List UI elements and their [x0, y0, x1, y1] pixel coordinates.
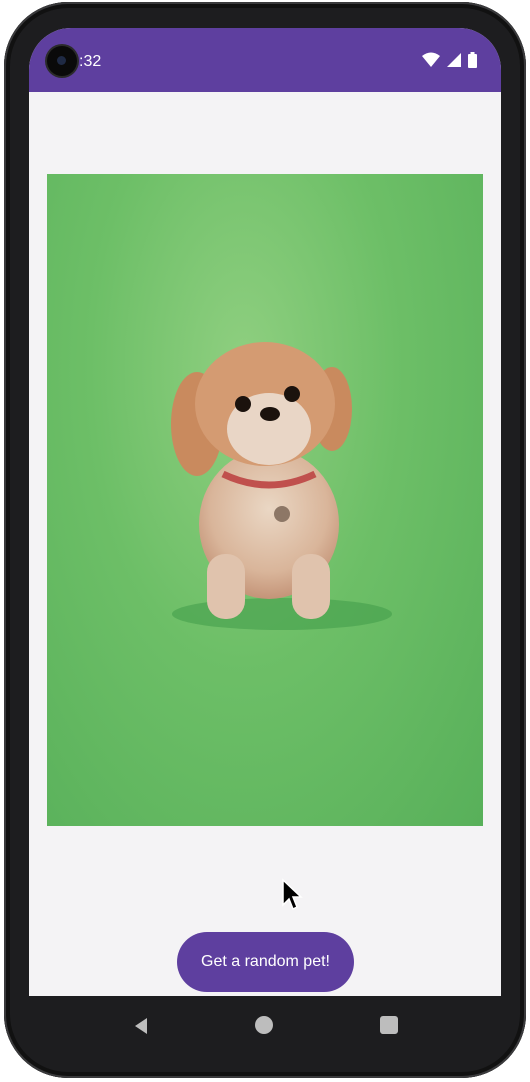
- status-icons: [416, 52, 477, 70]
- navigation-bar: [29, 996, 501, 1058]
- app-screen: :32 Get a random pet!: [29, 28, 501, 996]
- battery-icon: [468, 52, 477, 68]
- status-bar: :32: [29, 28, 501, 92]
- get-random-pet-button[interactable]: Get a random pet!: [177, 932, 354, 992]
- signal-icon: [447, 53, 461, 67]
- back-icon[interactable]: [133, 1017, 149, 1035]
- camera-icon: [47, 46, 77, 76]
- dog-illustration: [171, 342, 392, 630]
- pet-image: [47, 174, 483, 826]
- recents-icon[interactable]: [380, 1016, 398, 1034]
- mouse-cursor-icon: [282, 878, 303, 911]
- main-content: Get a random pet!: [29, 92, 501, 996]
- home-icon[interactable]: [255, 1016, 273, 1034]
- phone-frame: :32 Get a random pet!: [4, 2, 526, 1078]
- wifi-icon: [422, 52, 440, 67]
- status-time: :32: [79, 53, 102, 70]
